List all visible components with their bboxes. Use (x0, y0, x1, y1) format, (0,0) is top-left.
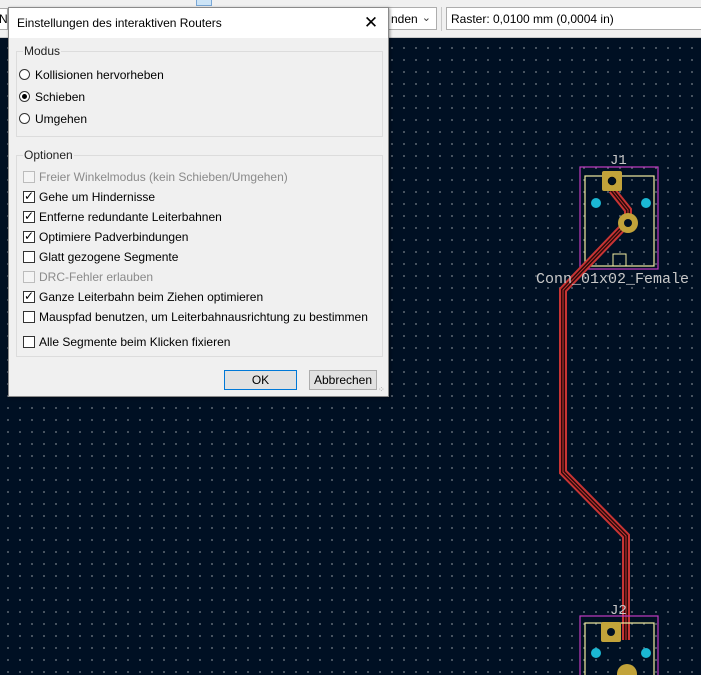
checkbox-label: Gehe um Hindernisse (39, 190, 156, 204)
checkbox-box[interactable] (23, 311, 35, 323)
router-settings-dialog: Einstellungen des interaktiven Routers ✕… (8, 7, 389, 397)
j1-mounting-hole-left (591, 198, 601, 208)
checkmark-icon: ✓ (24, 229, 35, 243)
checkbox-label: Optimiere Padverbindungen (39, 230, 189, 244)
j2-pad-2 (617, 664, 637, 675)
radio-circle[interactable] (19, 69, 30, 80)
dialog-title: Einstellungen des interaktiven Routers (17, 16, 222, 30)
checkbox-box[interactable] (23, 336, 35, 348)
checkmark-icon: ✓ (24, 189, 35, 203)
options-group-label: Optionen (23, 148, 74, 162)
checkmark-icon: ✓ (24, 289, 35, 303)
checkbox-label: Alle Segmente beim Klicken fixieren (39, 335, 231, 349)
checkbox-box[interactable] (23, 271, 35, 283)
checkbox-label: Entferne redundante Leiterbahnen (39, 210, 222, 224)
cancel-button[interactable]: Abbrechen (309, 370, 377, 390)
trace-inner (561, 188, 630, 640)
checkbox-box[interactable]: ✓ (23, 229, 35, 243)
dialog-titlebar[interactable]: Einstellungen des interaktiven Routers ✕ (9, 8, 388, 38)
j1-silkscreen-notch (612, 253, 627, 267)
j2-mounting-hole-left (591, 648, 601, 658)
checkbox-box[interactable]: ✓ (23, 189, 35, 203)
j2-pad-1-hole (607, 628, 615, 636)
resize-grip-icon[interactable]: ⁘ (378, 386, 386, 394)
radio-label: Schieben (35, 90, 86, 104)
ok-button[interactable]: OK (224, 370, 297, 390)
checkbox-box[interactable]: ✓ (23, 209, 35, 223)
toolbar-separator (441, 7, 442, 31)
j2-reference-text: J2 (610, 603, 627, 619)
checkbox-label: Freier Winkelmodus (kein Schieben/Umgehe… (39, 170, 288, 184)
j2-mounting-hole-right (641, 648, 651, 658)
radio-circle[interactable] (19, 113, 30, 124)
checkbox-label: Ganze Leiterbahn beim Ziehen optimieren (39, 290, 264, 304)
chevron-down-icon: ⌄ (421, 12, 431, 24)
toolbar-left-field[interactable]: N (0, 8, 8, 30)
j1-mounting-hole-right (641, 198, 651, 208)
toolbar-left-field-text: N (0, 12, 8, 26)
j1-reference-text: J1 (610, 153, 627, 169)
checkmark-icon: ✓ (24, 209, 35, 223)
radio-circle-checked[interactable] (19, 91, 30, 102)
grid-select[interactable]: Raster: 0,0100 mm (0,0004 in) (446, 7, 701, 30)
checkbox-label: Mauspfad benutzen, um Leiterbahnausricht… (39, 310, 368, 324)
toolbar-highlighted-button[interactable] (196, 0, 212, 6)
j1-pad-1-hole (607, 176, 617, 186)
j1-pad-2-hole (624, 219, 632, 227)
radio-label: Kollisionen hervorheben (35, 68, 164, 82)
j1-value-text: Conn_01x02_Female (536, 271, 689, 288)
grid-select-value: Raster: 0,0100 mm (0,0004 in) (451, 12, 614, 26)
mode-group-label: Modus (23, 44, 62, 58)
toolbar-dropdown[interactable]: nden ⌄ (382, 7, 437, 30)
checkbox-box[interactable] (23, 171, 35, 183)
checkbox-box[interactable]: ✓ (23, 289, 35, 303)
checkbox-label: Glatt gezogene Segmente (39, 250, 179, 264)
toolbar-dropdown-value: nden (391, 12, 418, 26)
close-icon[interactable]: ✕ (354, 8, 388, 38)
checkbox-box[interactable] (23, 251, 35, 263)
radio-label: Umgehen (35, 112, 88, 126)
checkbox-label: DRC-Fehler erlauben (39, 270, 154, 284)
